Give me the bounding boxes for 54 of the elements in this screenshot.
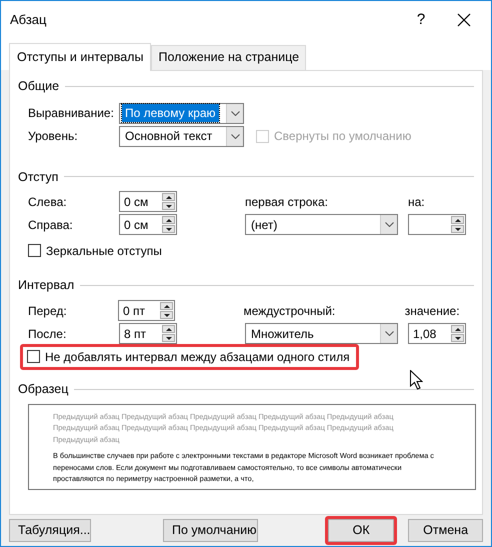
decrement-button[interactable] (451, 225, 464, 234)
increment-button[interactable] (162, 216, 175, 224)
field-label: значение: (404, 302, 461, 320)
field-label: Перед: (27, 302, 68, 320)
checkbox[interactable] (27, 350, 40, 363)
checkbox-label[interactable]: Не добавлять интервал между абзацами одного стиля (45, 348, 350, 366)
field-label: междустрочный: (243, 302, 336, 320)
spin-field[interactable]: 1,08 (408, 323, 466, 344)
increment-button[interactable] (451, 216, 464, 224)
section-heading: Общие (18, 78, 60, 95)
field-label: Справа: (27, 216, 74, 234)
dialog-button[interactable]: По умолчанию (163, 518, 258, 542)
decrement-button[interactable] (162, 202, 175, 210)
chevron-icon (230, 110, 240, 116)
dropdown[interactable]: Множитель (245, 323, 398, 344)
field-label: Слева: (27, 194, 68, 211)
window-title: Абзац (10, 11, 48, 30)
increment-button[interactable] (162, 193, 175, 202)
field-label: Уровень: (27, 128, 79, 145)
cursor-icon (410, 370, 423, 390)
increment-button[interactable] (162, 325, 175, 333)
dropdown[interactable]: Основной текст (119, 126, 244, 146)
chevron-icon (384, 331, 394, 336)
section-heading: Отступ (18, 168, 58, 186)
field-label: Выравнивание: (27, 105, 115, 122)
dialog-button[interactable]: Отмена (408, 518, 483, 542)
spin-field[interactable]: 8 пт (119, 323, 177, 344)
decrement-button[interactable] (451, 334, 464, 342)
spin-field[interactable]: 0 см (119, 214, 177, 236)
chevron-icon (384, 222, 394, 228)
field-label: После: (27, 326, 68, 342)
spin-field[interactable]: 0 см (119, 191, 177, 212)
spin-field[interactable] (408, 214, 466, 236)
dropdown[interactable]: (нет) (245, 214, 398, 236)
dropdown[interactable]: По левому краю (119, 102, 244, 124)
increment-button[interactable] (451, 325, 464, 333)
spin-field[interactable]: 0 пт (118, 300, 176, 321)
field-label: на: (408, 194, 426, 211)
checkbox-label[interactable]: Зеркальные отступы (46, 242, 162, 260)
tab[interactable]: Отступы и интервалы (9, 43, 152, 71)
section-heading: Образец (18, 381, 68, 398)
chevron-icon (230, 134, 240, 138)
section-heading: Интервал (18, 277, 74, 294)
decrement-button[interactable] (160, 311, 174, 319)
dialog-button[interactable]: Табуляция... (9, 518, 91, 542)
close-icon[interactable] (455, 11, 473, 29)
dialog-button[interactable]: ОК (328, 518, 394, 542)
help-button[interactable]: ? (401, 8, 441, 32)
checkbox[interactable] (28, 244, 41, 258)
increment-button[interactable] (160, 302, 174, 310)
tab[interactable]: Положение на странице (151, 45, 306, 70)
decrement-button[interactable] (162, 334, 175, 342)
decrement-button[interactable] (162, 225, 175, 234)
field-label: первая строка: (245, 194, 329, 211)
